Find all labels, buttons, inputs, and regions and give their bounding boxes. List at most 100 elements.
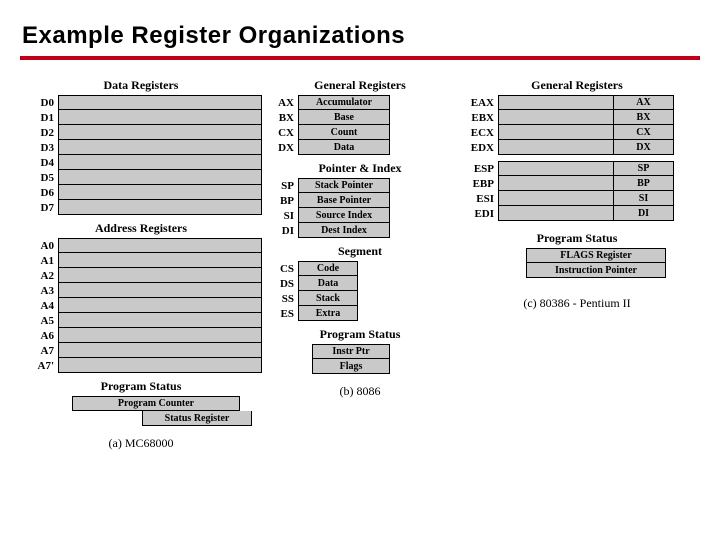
pointer-index-title: Pointer & Index [270, 161, 450, 176]
general-registers-title-b: General Registers [270, 78, 450, 93]
reg-a7: A7 [20, 343, 262, 358]
reg-box: Dest Index [298, 223, 390, 238]
reg-box: Accumulator [298, 95, 390, 110]
general-registers-title-c: General Registers [458, 78, 696, 93]
reg-label: A7' [20, 358, 58, 373]
reg-label: EBX [458, 110, 498, 125]
reg-a0: A0 [20, 238, 262, 253]
reg-label: D2 [20, 125, 58, 140]
reg-label: A6 [20, 328, 58, 343]
reg-sp: SPStack Pointer [270, 178, 450, 193]
reg-box-right: BX [614, 110, 674, 125]
reg-label: CS [270, 261, 298, 276]
reg-ds: DSData [270, 276, 450, 291]
reg-ax: AXAccumulator [270, 95, 450, 110]
reg-box [58, 155, 262, 170]
program-status-title-b: Program Status [270, 327, 450, 342]
reg-box [58, 283, 262, 298]
reg-label: ESI [458, 191, 498, 206]
reg-a5: A5 [20, 313, 262, 328]
reg-dx: DXData [270, 140, 450, 155]
reg-box [58, 268, 262, 283]
columns: Data Registers D0 D1 D2 D3 D4 D5 D6 D7 A… [0, 74, 720, 451]
pointer-index-stack: SPStack Pointer BPBase Pointer SISource … [270, 178, 450, 238]
reg-box [58, 253, 262, 268]
reg-d0: D0 [20, 95, 262, 110]
reg-d4: D4 [20, 155, 262, 170]
reg-box [58, 170, 262, 185]
reg-box [58, 95, 262, 110]
reg-d1: D1 [20, 110, 262, 125]
reg-label: ESP [458, 161, 498, 176]
status-register-box: Status Register [142, 411, 252, 426]
reg-label: CX [270, 125, 298, 140]
reg-box: Data [298, 276, 358, 291]
reg-label: D4 [20, 155, 58, 170]
reg-d2: D2 [20, 125, 262, 140]
reg-es: ESExtra [270, 306, 450, 321]
reg-box-right: BP [614, 176, 674, 191]
reg-box-left [498, 161, 614, 176]
reg-label: DI [270, 223, 298, 238]
pointer-registers-stack-c: ESPSP EBP BP ESISI EDIDI [458, 161, 696, 221]
reg-box [58, 140, 262, 155]
segment-title: Segment [270, 244, 450, 259]
reg-box-right: AX [614, 95, 674, 110]
reg-eax: EAX AX [458, 95, 696, 110]
reg-box [58, 238, 262, 253]
reg-esi: ESISI [458, 191, 696, 206]
reg-box: Extra [298, 306, 358, 321]
col-mc68000: Data Registers D0 D1 D2 D3 D4 D5 D6 D7 A… [20, 74, 262, 451]
reg-d7: D7 [20, 200, 262, 215]
general-registers-stack-b: AXAccumulator BXBase CXCount DXData [270, 95, 450, 155]
reg-edi: EDIDI [458, 206, 696, 221]
reg-cx: CXCount [270, 125, 450, 140]
reg-label: EDX [458, 140, 498, 155]
reg-label: EAX [458, 95, 498, 110]
reg-label: A1 [20, 253, 58, 268]
reg-a2: A2 [20, 268, 262, 283]
reg-ebp: EBP BP [458, 176, 696, 191]
reg-box: Stack Pointer [298, 178, 390, 193]
caption-c: (c) 80386 - Pentium II [458, 296, 696, 311]
reg-label: A5 [20, 313, 58, 328]
reg-ss: SSStack [270, 291, 450, 306]
reg-label: DX [270, 140, 298, 155]
segment-stack: CSCode DSData SSStack ESExtra [270, 261, 450, 321]
reg-box: Stack [298, 291, 358, 306]
reg-box [58, 200, 262, 215]
reg-box [58, 313, 262, 328]
reg-a4: A4 [20, 298, 262, 313]
reg-box: Count [298, 125, 390, 140]
reg-box-left [498, 140, 614, 155]
reg-box: Source Index [298, 208, 390, 223]
data-registers-title: Data Registers [20, 78, 262, 93]
reg-a7p: A7' [20, 358, 262, 373]
reg-label: ECX [458, 125, 498, 140]
reg-a6: A6 [20, 328, 262, 343]
reg-label: BX [270, 110, 298, 125]
reg-box-left [498, 95, 614, 110]
reg-label: DS [270, 276, 298, 291]
reg-box: Data [298, 140, 390, 155]
reg-d5: D5 [20, 170, 262, 185]
reg-box: Code [298, 261, 358, 276]
reg-box-right: CX [614, 125, 674, 140]
reg-di: DIDest Index [270, 223, 450, 238]
reg-label: A4 [20, 298, 58, 313]
reg-box [58, 358, 262, 373]
reg-label: SI [270, 208, 298, 223]
reg-label: EBP [458, 176, 498, 191]
general-registers-stack-c: EAXAX EBXBX ECXCX EDXDX [458, 95, 696, 155]
col-80386: General Registers EAXAX EBXBX ECXCX EDXD… [458, 74, 696, 311]
address-registers-stack: A0 A1 A2 A3 A4 A5 A6 A7 A7' [20, 238, 262, 373]
caption-b: (b) 8086 [270, 384, 450, 399]
reg-box-left [498, 176, 614, 191]
reg-a1: A1 [20, 253, 262, 268]
reg-esp: ESPSP [458, 161, 696, 176]
reg-label: D1 [20, 110, 58, 125]
reg-label: A7 [20, 343, 58, 358]
instr-ptr-box: Instr Ptr [312, 344, 390, 359]
reg-label: D0 [20, 95, 58, 110]
reg-box: Base [298, 110, 390, 125]
